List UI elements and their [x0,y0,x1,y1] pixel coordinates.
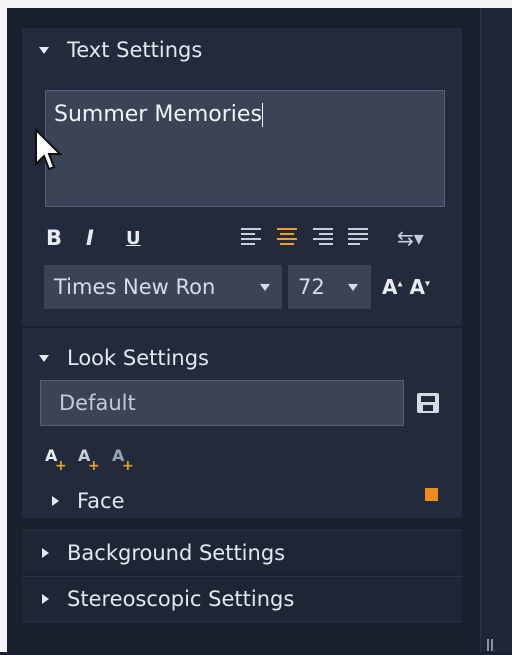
grow-font-icon[interactable]: A [382,275,397,299]
section-title: Text Settings [67,38,203,62]
collapse-triangle-icon [39,46,49,54]
collapse-triangle-icon [39,354,49,362]
font-size-dropdown[interactable]: 72 [288,265,371,309]
title-text-value: Summer Memories [54,102,262,127]
bold-button[interactable]: B [46,226,62,250]
window-frame-left [0,0,7,652]
text-settings-header[interactable]: Text Settings [22,28,202,72]
look-preset-input[interactable]: Default [40,380,404,426]
text-direction-dropdown-icon[interactable]: ⇆▾ [397,226,424,250]
shrink-font-icon[interactable]: A [409,275,424,299]
expand-triangle-icon [42,594,49,604]
background-settings-header[interactable]: Background Settings [22,531,285,575]
chevron-down-icon [348,284,358,291]
resize-grip-icon[interactable] [487,636,495,651]
face-layer-label: Face [77,489,125,513]
expand-triangle-icon [42,548,49,558]
text-caret [261,103,263,127]
add-edge-icon[interactable]: A + [78,446,100,474]
font-size-value: 72 [298,275,325,299]
align-right-button[interactable] [313,228,333,246]
save-preset-icon[interactable] [417,393,439,413]
stereoscopic-settings-section: Stereoscopic Settings [22,576,462,622]
align-justify-button[interactable] [348,228,368,246]
mouse-cursor-icon [35,128,62,171]
background-settings-section: Background Settings [22,530,462,575]
chevron-down-icon [260,284,270,291]
add-face-icon[interactable]: A + [45,446,67,474]
align-left-button[interactable] [241,228,261,246]
face-layer-row[interactable]: Face [30,483,125,519]
add-shadow-icon[interactable]: A + [112,446,134,474]
expand-triangle-icon [52,496,59,506]
stereoscopic-settings-header[interactable]: Stereoscopic Settings [22,577,294,621]
underline-button[interactable]: U [126,228,141,249]
italic-button[interactable]: I [86,226,94,250]
font-family-value: Times New Ron [54,275,216,299]
look-preset-value: Default [59,391,136,415]
section-title: Stereoscopic Settings [67,587,295,611]
section-title: Background Settings [67,541,286,565]
window-frame-top [0,0,512,8]
title-text-input[interactable]: Summer Memories [45,90,445,207]
align-center-button[interactable] [277,228,297,246]
look-settings-header[interactable]: Look Settings [22,336,209,380]
font-family-dropdown[interactable]: Times New Ron [44,265,282,309]
face-color-swatch[interactable] [425,488,438,501]
right-panel-strip [480,8,512,652]
font-size-adjust-group: A▴ A▾ [382,275,430,299]
section-title: Look Settings [67,346,209,370]
